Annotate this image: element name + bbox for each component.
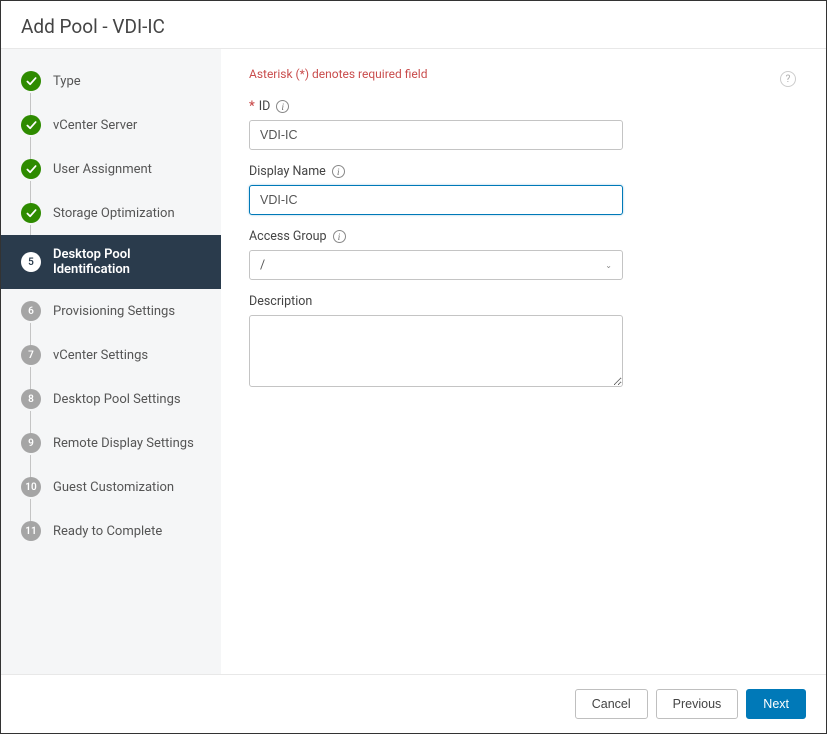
wizard-steps-sidebar: Type vCenter Server User Assignment xyxy=(1,49,221,674)
label-text: Description xyxy=(249,294,312,309)
display-name-label: Display Name i xyxy=(249,164,798,179)
description-textarea[interactable] xyxy=(249,315,623,387)
step-label: Ready to Complete xyxy=(53,524,162,539)
chevron-down-icon: ⌄ xyxy=(605,261,612,270)
previous-button[interactable]: Previous xyxy=(656,689,739,719)
check-icon xyxy=(21,71,41,91)
id-label: * ID i xyxy=(249,99,798,114)
step-guest-customization[interactable]: 10 Guest Customization xyxy=(1,465,221,509)
step-label: Desktop Pool Settings xyxy=(53,392,181,407)
check-icon xyxy=(21,159,41,179)
step-label: Desktop Pool Identification xyxy=(53,247,205,277)
info-icon[interactable]: i xyxy=(276,100,289,113)
step-number-icon: 10 xyxy=(21,477,41,497)
step-type[interactable]: Type xyxy=(1,59,221,103)
help-icon[interactable]: ? xyxy=(780,71,796,87)
step-number-icon: 8 xyxy=(21,389,41,409)
check-icon xyxy=(21,115,41,135)
access-group-select[interactable]: / ⌄ xyxy=(249,250,623,280)
check-icon xyxy=(21,203,41,223)
step-label: Provisioning Settings xyxy=(53,304,175,319)
field-id: * ID i xyxy=(249,99,798,150)
cancel-button[interactable]: Cancel xyxy=(575,689,648,719)
step-storage-optimization[interactable]: Storage Optimization xyxy=(1,191,221,235)
step-number-icon: 5 xyxy=(21,252,41,272)
access-group-label: Access Group i xyxy=(249,229,798,244)
step-label: vCenter Server xyxy=(53,118,137,133)
field-description: Description xyxy=(249,294,798,391)
form-panel: Asterisk (*) denotes required field ? * … xyxy=(221,49,826,674)
step-label: Type xyxy=(53,74,81,89)
next-button[interactable]: Next xyxy=(746,689,806,719)
required-note: Asterisk (*) denotes required field xyxy=(249,67,798,81)
step-number-icon: 9 xyxy=(21,433,41,453)
step-label: Remote Display Settings xyxy=(53,436,194,451)
display-name-input[interactable] xyxy=(249,185,623,215)
step-label: Guest Customization xyxy=(53,480,174,495)
step-user-assignment[interactable]: User Assignment xyxy=(1,147,221,191)
add-pool-dialog: Add Pool - VDI-IC Type vCenter Server xyxy=(0,0,827,734)
step-number-icon: 6 xyxy=(21,301,41,321)
step-desktop-pool-identification[interactable]: 5 Desktop Pool Identification xyxy=(1,235,221,289)
step-desktop-pool-settings[interactable]: 8 Desktop Pool Settings xyxy=(1,377,221,421)
step-label: vCenter Settings xyxy=(53,348,148,363)
info-icon[interactable]: i xyxy=(333,230,346,243)
step-number-icon: 11 xyxy=(21,521,41,541)
step-remote-display-settings[interactable]: 9 Remote Display Settings xyxy=(1,421,221,465)
description-label: Description xyxy=(249,294,798,309)
step-provisioning-settings[interactable]: 6 Provisioning Settings xyxy=(1,289,221,333)
field-display-name: Display Name i xyxy=(249,164,798,215)
required-star-icon: * xyxy=(249,99,255,114)
id-input[interactable] xyxy=(249,120,623,150)
dialog-footer: Cancel Previous Next xyxy=(1,674,826,733)
step-label: User Assignment xyxy=(53,162,152,177)
step-number-icon: 7 xyxy=(21,345,41,365)
dialog-content: Type vCenter Server User Assignment xyxy=(1,49,826,674)
step-ready-to-complete[interactable]: 11 Ready to Complete xyxy=(1,509,221,553)
select-value: / xyxy=(260,258,265,273)
info-icon[interactable]: i xyxy=(332,165,345,178)
label-text: ID xyxy=(259,99,271,114)
field-access-group: Access Group i / ⌄ xyxy=(249,229,798,280)
label-text: Display Name xyxy=(249,164,326,179)
step-vcenter-server[interactable]: vCenter Server xyxy=(1,103,221,147)
step-label: Storage Optimization xyxy=(53,206,175,221)
step-vcenter-settings[interactable]: 7 vCenter Settings xyxy=(1,333,221,377)
dialog-title: Add Pool - VDI-IC xyxy=(1,1,826,49)
label-text: Access Group xyxy=(249,229,327,244)
